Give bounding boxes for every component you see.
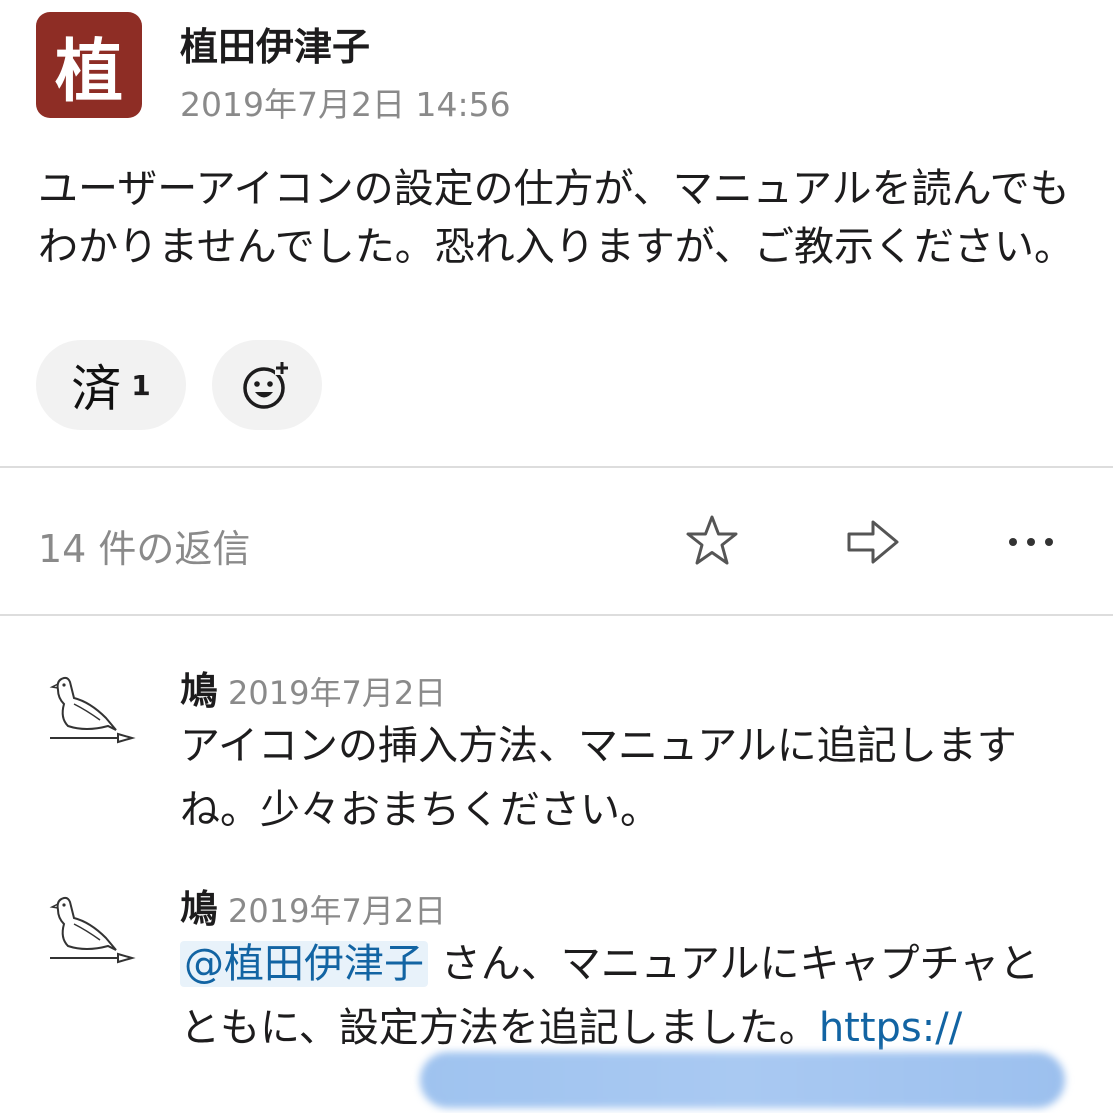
message-timestamp: 2019年7月2日 14:56	[180, 85, 511, 124]
reply-text: @植田伊津子 さん、マニュアルにキャプチャとともに、設定方法を追記しました。ht…	[180, 932, 1060, 1060]
user-mention[interactable]: @植田伊津子	[180, 941, 428, 987]
add-reaction-button[interactable]	[212, 340, 322, 430]
reaction-badge[interactable]: 済 1	[36, 340, 186, 430]
manual-link[interactable]: https://	[819, 1005, 962, 1051]
pigeon-avatar-icon[interactable]	[46, 668, 136, 748]
pigeon-avatar-icon[interactable]	[46, 888, 136, 968]
share-arrow-icon[interactable]	[843, 512, 903, 572]
author-name[interactable]: 植田伊津子	[180, 16, 370, 71]
reply-author-name[interactable]: 鳩	[180, 887, 218, 931]
reaction-count: 1	[131, 368, 151, 402]
divider	[0, 614, 1113, 616]
message-text: ユーザーアイコンの設定の仕方が、マニュアルを読んでもわかりませんでした。恐れ入り…	[38, 166, 1074, 270]
redacted-url	[420, 1052, 1065, 1108]
reply-text: アイコンの挿入方法、マニュアルに追記しますね。少々おまちください。	[180, 723, 1017, 833]
reaction-emoji: 済	[71, 360, 122, 418]
add-emoji-icon	[243, 361, 289, 409]
user-avatar[interactable]: 植	[36, 12, 142, 118]
star-icon[interactable]	[682, 512, 742, 572]
reply-author[interactable]: 鳩 2019年7月2日	[180, 878, 446, 933]
reply-count[interactable]: 14 件の返信	[38, 518, 250, 573]
reply-author[interactable]: 鳩 2019年7月2日	[180, 660, 446, 715]
more-icon[interactable]	[1001, 512, 1061, 572]
reply-date: 2019年7月2日	[228, 892, 447, 930]
divider	[0, 466, 1113, 468]
reply-date: 2019年7月2日	[228, 674, 447, 712]
reply-author-name[interactable]: 鳩	[180, 669, 218, 713]
